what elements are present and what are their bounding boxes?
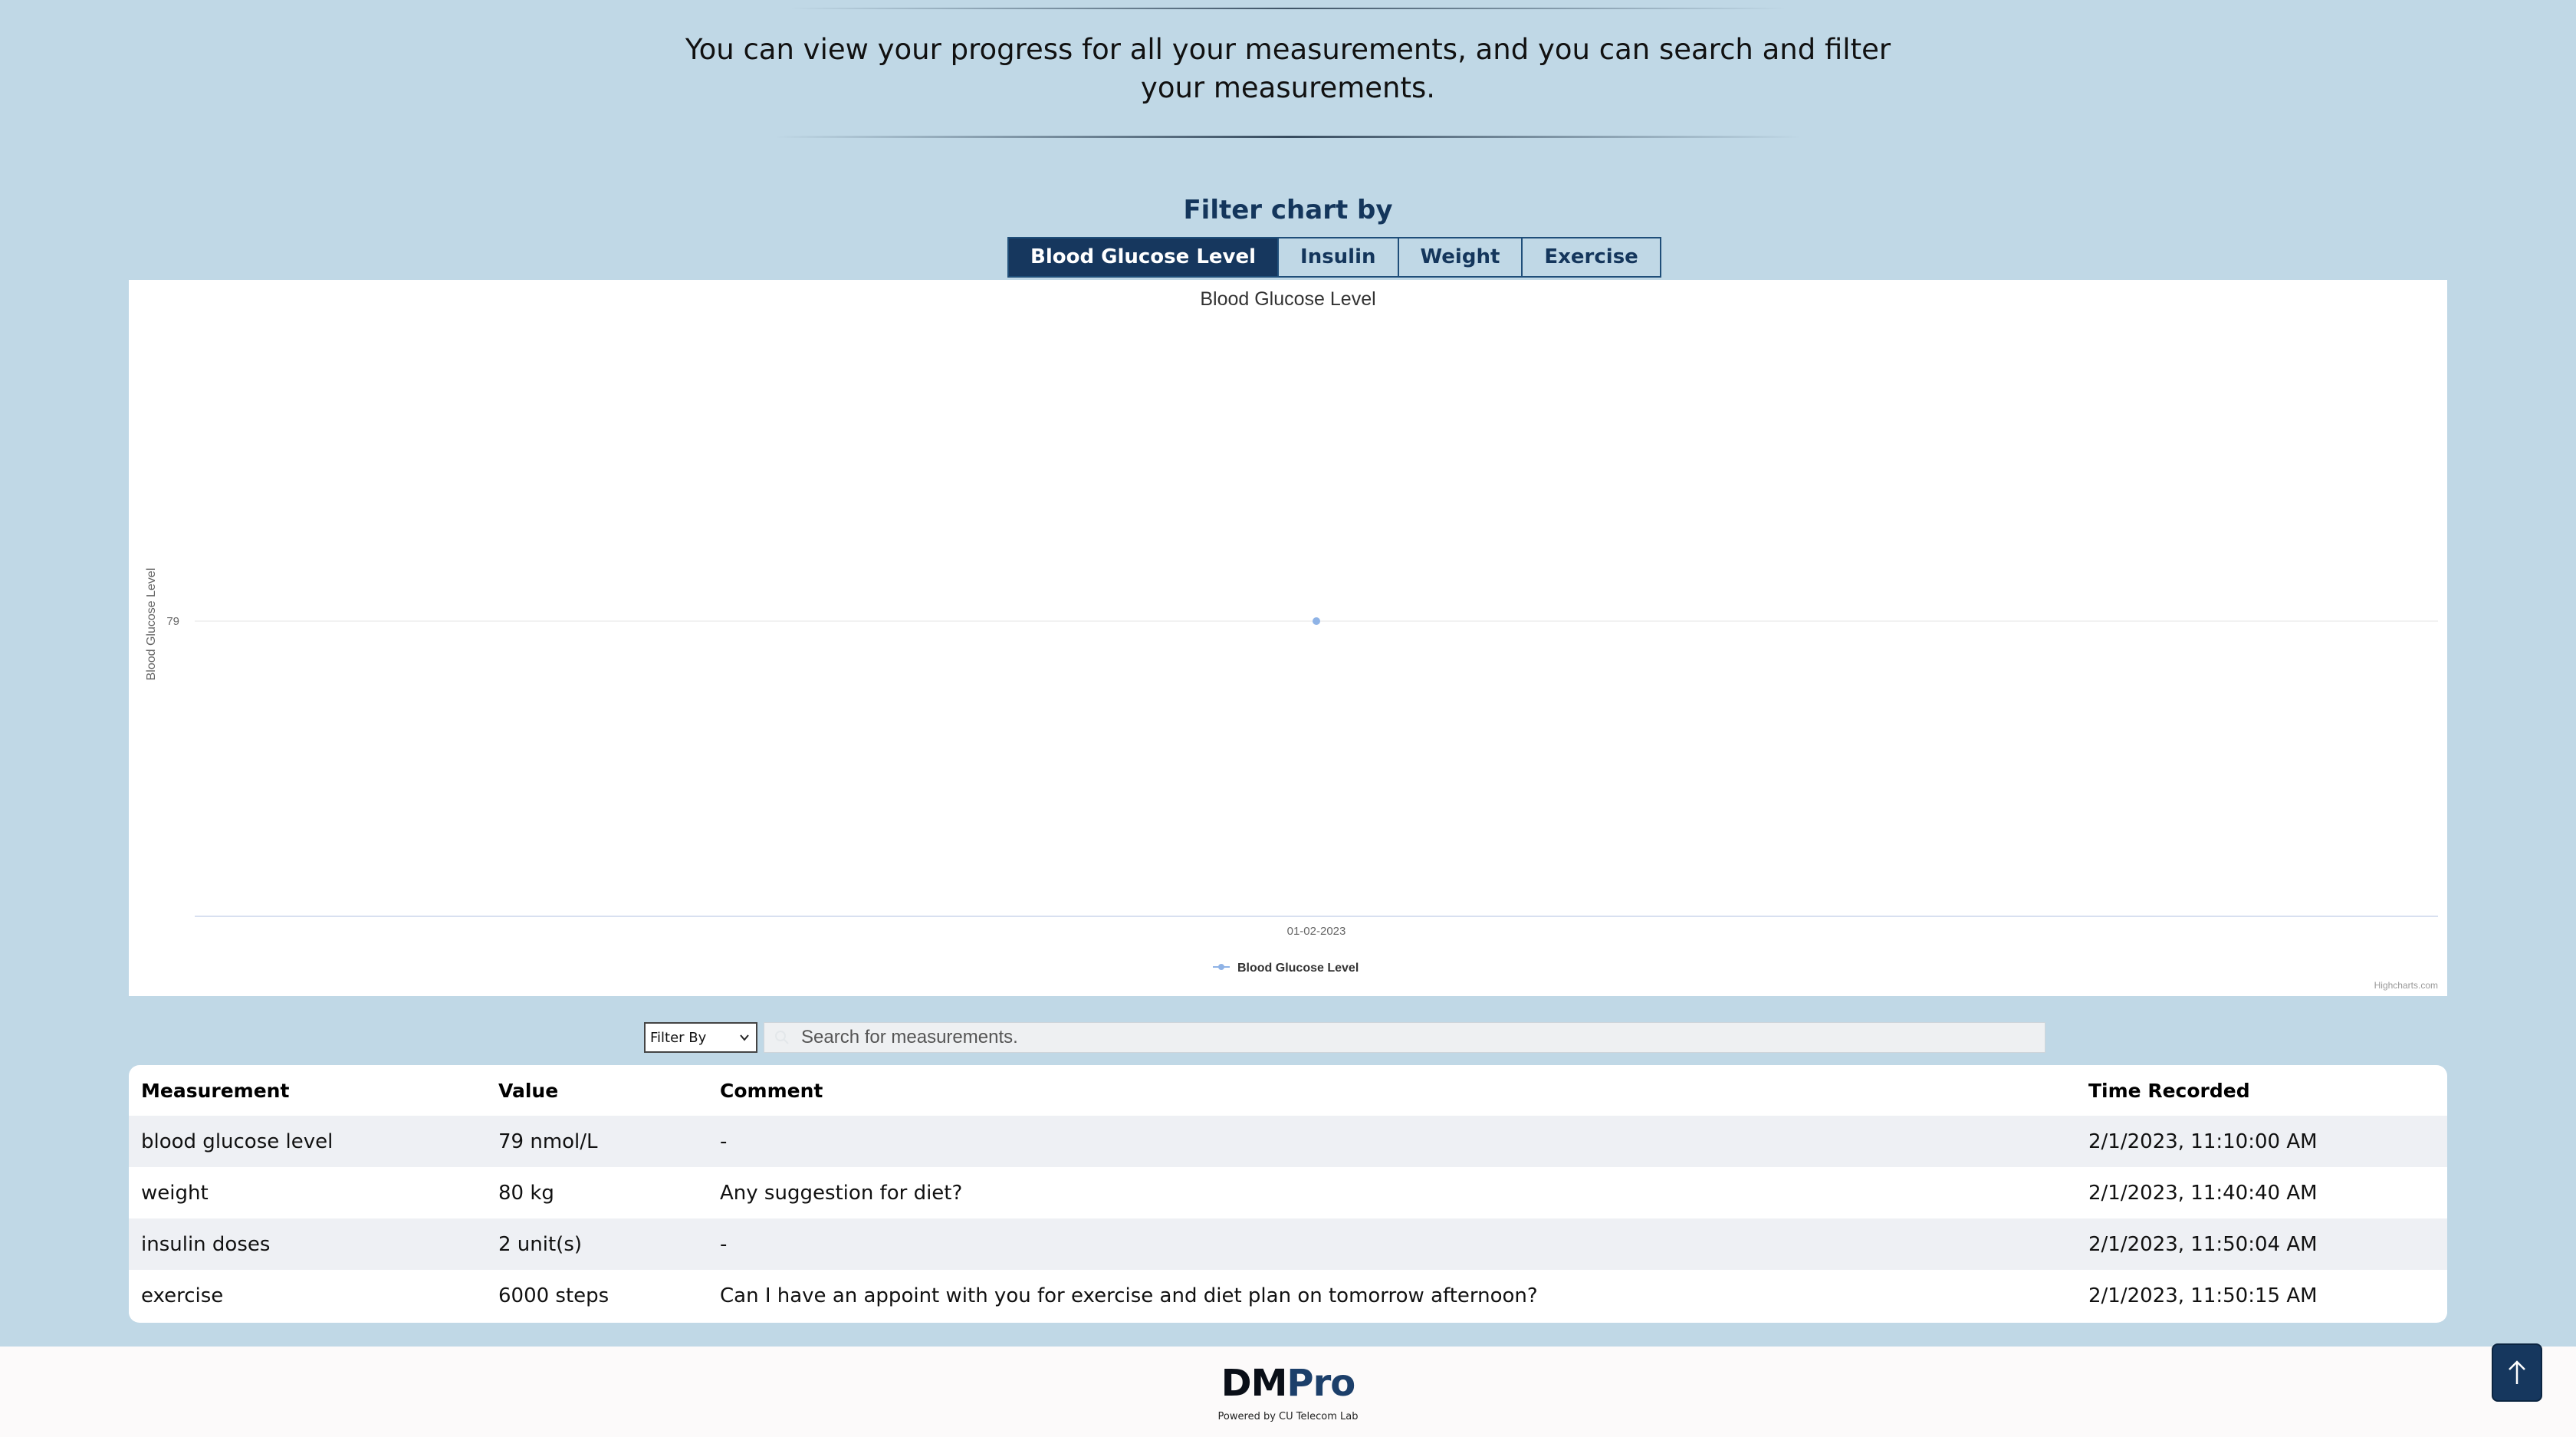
search-box bbox=[764, 1022, 2045, 1053]
y-axis-label: Blood Glucose Level bbox=[145, 568, 158, 681]
top-divider bbox=[790, 8, 1786, 9]
chart-gridlines bbox=[195, 620, 2438, 917]
cell-value: 6000 steps bbox=[498, 1284, 610, 1307]
arrow-up-icon bbox=[2509, 1360, 2525, 1384]
table-controls: Filter By bbox=[644, 1022, 2045, 1053]
cell-time: 2/1/2023, 11:50:04 AM bbox=[2088, 1232, 2318, 1256]
cell-measurement: insulin doses bbox=[141, 1232, 271, 1256]
y-tick-label: 79 bbox=[166, 615, 179, 628]
chart-card: Blood Glucose Level Blood Glucose Level … bbox=[129, 280, 2447, 996]
header-measurement[interactable]: Measurement bbox=[129, 1065, 486, 1116]
cell-comment: Any suggestion for diet? bbox=[720, 1181, 963, 1205]
cell-comment: - bbox=[720, 1130, 728, 1153]
chart-title: Blood Glucose Level bbox=[1200, 288, 1375, 310]
table-row[interactable]: blood glucose level 79 nmol/L - 2/1/2023… bbox=[129, 1116, 2447, 1167]
cell-time: 2/1/2023, 11:50:15 AM bbox=[2088, 1284, 2318, 1307]
footer: DMPro Powered by CU Telecom Lab bbox=[0, 1347, 2576, 1437]
scroll-to-top-button[interactable] bbox=[2492, 1343, 2542, 1402]
brand-dm: DM bbox=[1221, 1362, 1288, 1405]
cell-comment: Can I have an appoint with you for exerc… bbox=[720, 1284, 1538, 1307]
filter-by-select[interactable]: Filter By bbox=[644, 1022, 757, 1053]
tab-exercise[interactable]: Exercise bbox=[1523, 238, 1660, 276]
x-tick-label: 01-02-2023 bbox=[1287, 925, 1346, 938]
intro-text: You can view your progress for all your … bbox=[685, 33, 1891, 104]
cell-time: 2/1/2023, 11:40:40 AM bbox=[2088, 1181, 2318, 1205]
cell-time: 2/1/2023, 11:10:00 AM bbox=[2088, 1130, 2318, 1153]
table-row[interactable]: weight 80 kg Any suggestion for diet? 2/… bbox=[129, 1167, 2447, 1218]
header-comment[interactable]: Comment bbox=[708, 1065, 2076, 1116]
chart-credits[interactable]: Highcharts.com bbox=[2374, 980, 2438, 991]
legend-marker bbox=[1218, 964, 1224, 970]
header-value[interactable]: Value bbox=[486, 1065, 708, 1116]
cell-comment: - bbox=[720, 1232, 728, 1256]
measurements-table-card: Measurement Value Comment Time Recorded … bbox=[129, 1065, 2447, 1323]
search-icon bbox=[774, 1028, 801, 1047]
cell-measurement: blood glucose level bbox=[141, 1130, 334, 1153]
header-time-recorded[interactable]: Time Recorded bbox=[2076, 1065, 2447, 1116]
legend-label: Blood Glucose Level bbox=[1237, 962, 1359, 975]
cell-measurement: exercise bbox=[141, 1284, 224, 1307]
powered-by-text: Powered by CU Telecom Lab bbox=[1217, 1411, 1359, 1422]
cell-value: 79 nmol/L bbox=[498, 1130, 598, 1153]
tab-blood-glucose-level[interactable]: Blood Glucose Level bbox=[1009, 238, 1280, 276]
measurements-table: Measurement Value Comment Time Recorded … bbox=[129, 1065, 2447, 1321]
chart-svg: Blood Glucose Level Blood Glucose Level … bbox=[145, 288, 2438, 991]
section-divider bbox=[774, 136, 1802, 138]
cell-value: 80 kg bbox=[498, 1181, 554, 1205]
table-row[interactable]: insulin doses 2 unit(s) - 2/1/2023, 11:5… bbox=[129, 1218, 2447, 1270]
chart-series bbox=[1313, 617, 1320, 625]
cell-value: 2 unit(s) bbox=[498, 1232, 583, 1256]
chart-legend[interactable]: Blood Glucose Level bbox=[1213, 962, 1359, 975]
data-point bbox=[1313, 617, 1320, 625]
search-input[interactable] bbox=[801, 1027, 2028, 1048]
filter-chart-title: Filter chart by bbox=[1183, 195, 1393, 225]
filter-by-value: Filter By bbox=[650, 1029, 707, 1046]
x-axis-ticks: 01-02-2023 bbox=[1287, 925, 1346, 938]
table-row[interactable]: exercise 6000 steps Can I have an appoin… bbox=[129, 1270, 2447, 1321]
chevron-down-icon bbox=[740, 1034, 749, 1041]
tab-weight[interactable]: Weight bbox=[1398, 238, 1523, 276]
tab-insulin[interactable]: Insulin bbox=[1279, 238, 1399, 276]
chart-filter-tabs: Blood Glucose Level Insulin Weight Exerc… bbox=[1007, 237, 1661, 278]
cell-measurement: weight bbox=[141, 1181, 209, 1205]
brand-logo[interactable]: DMPro bbox=[0, 1362, 2576, 1405]
y-axis-ticks: 79 bbox=[166, 615, 179, 628]
table-header-row: Measurement Value Comment Time Recorded bbox=[129, 1065, 2447, 1116]
brand-pro: Pro bbox=[1286, 1362, 1355, 1405]
